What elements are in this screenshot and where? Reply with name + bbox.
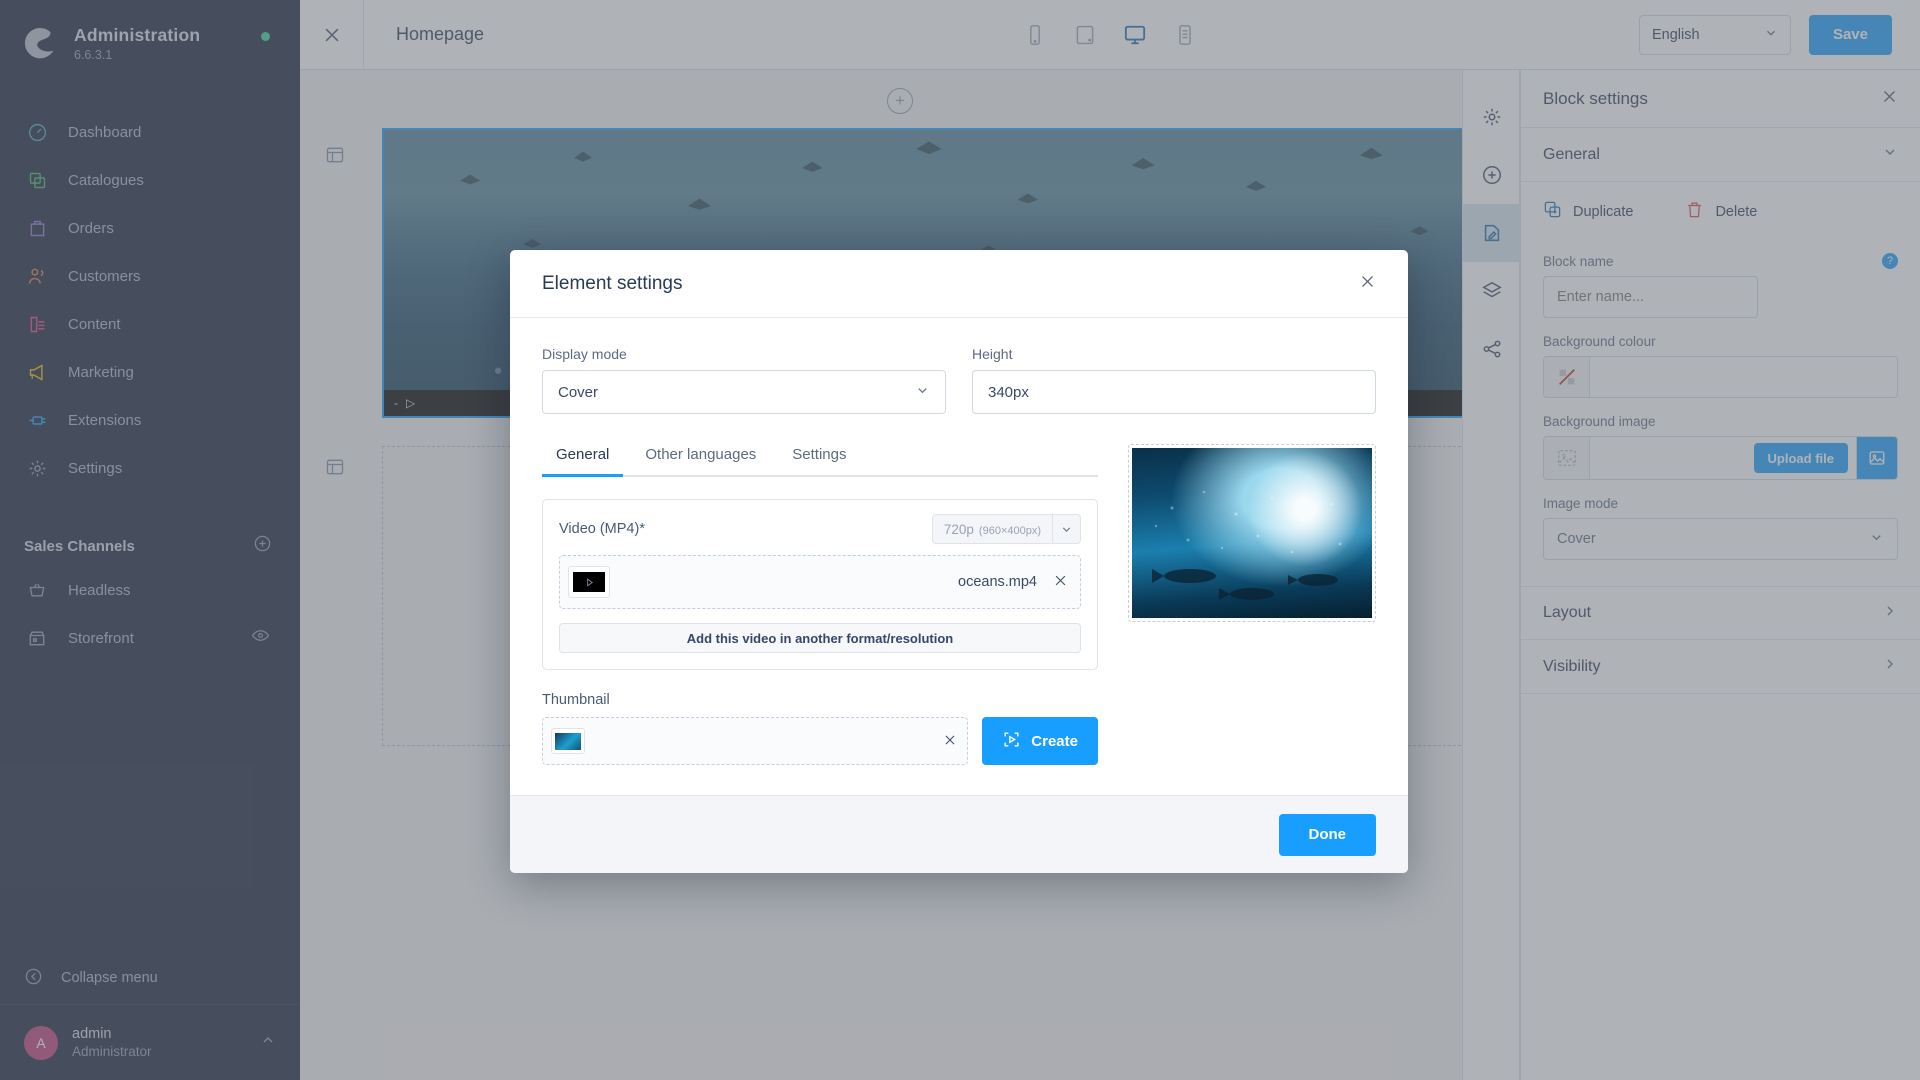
chevron-down-icon [915,383,930,402]
video-preview-image [1132,448,1372,618]
display-mode-select[interactable]: Cover [542,370,946,414]
tab-other-languages[interactable]: Other languages [631,446,770,477]
modal-main: General Other languages Settings Video (… [542,444,1376,765]
video-preview-box[interactable] [1128,444,1376,622]
modal-top-fields: Display mode Cover Height 340px [542,346,1376,414]
resolution-value: 720p [943,521,974,537]
video-label: Video (MP4)* [559,521,645,537]
display-mode-field: Display mode Cover [542,346,946,414]
display-mode-label: Display mode [542,346,627,362]
video-file-name: oceans.mp4 [958,574,1037,590]
element-settings-modal: Element settings Display mode Cover Heig… [510,250,1408,873]
thumbnail-row: Create [542,717,1098,765]
modal-body: Display mode Cover Height 340px General … [510,318,1408,795]
video-file-row[interactable]: oceans.mp4 [559,555,1081,609]
modal-title: Element settings [542,272,683,294]
display-mode-value: Cover [558,383,599,401]
modal-close-button[interactable] [1359,273,1376,294]
thumbnail-label: Thumbnail [542,692,610,708]
height-label: Height [972,346,1013,362]
height-input[interactable]: 340px [972,370,1376,414]
thumbnail-image [555,732,581,750]
resolution-select[interactable]: 720p (960×400px) [931,514,1081,544]
thumbnail-preview [551,728,585,754]
done-button[interactable]: Done [1278,813,1376,856]
thumbnail-drop-zone[interactable] [542,717,969,765]
create-video-icon [1002,730,1021,753]
close-icon [945,735,955,744]
modal-header: Element settings [510,250,1408,318]
create-label: Create [1031,732,1078,750]
preview-fish-decoration [1152,490,1342,600]
chevron-down-icon[interactable] [1052,515,1080,543]
modal-tabs: General Other languages Settings [542,444,1098,477]
app-root: Administration 6.6.3.1 Dashboard Catalog… [0,0,1920,1080]
create-thumbnail-button[interactable]: Create [982,717,1098,765]
modal-footer: Done [510,795,1408,873]
tab-general[interactable]: General [542,446,624,477]
video-thumb-inner [573,572,605,592]
video-upload-card: Video (MP4)* 720p (960×400px) oceans.mp4… [542,499,1098,670]
video-card-header: Video (MP4)* 720p (960×400px) [559,514,1081,544]
play-icon [586,577,593,587]
modal-preview-column [1128,444,1376,765]
height-field: Height 340px [972,346,1376,414]
close-icon [1055,575,1066,585]
resolution-dimensions: (960×400px) [978,524,1041,537]
add-format-button[interactable]: Add this video in another format/resolut… [559,623,1081,653]
remove-video-button[interactable] [1053,573,1068,592]
remove-thumbnail-button[interactable] [943,733,957,750]
resolution-text: 720p (960×400px) [933,522,1052,537]
tab-settings[interactable]: Settings [778,446,860,477]
modal-left-column: General Other languages Settings Video (… [542,444,1098,765]
close-icon [1362,276,1373,287]
video-file-thumbnail [568,566,610,598]
